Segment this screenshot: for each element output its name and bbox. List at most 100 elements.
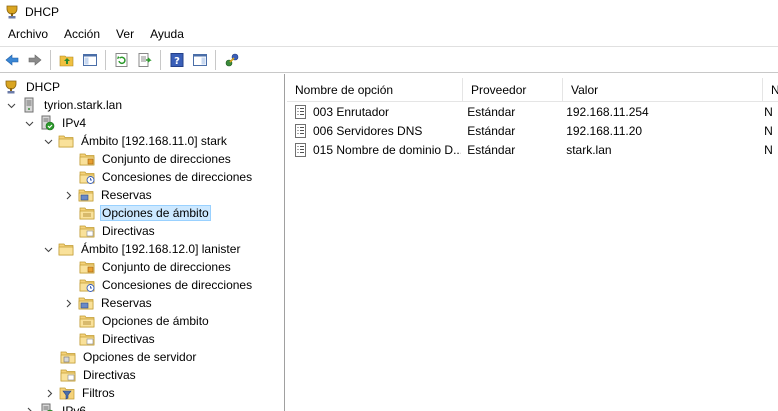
expand-chevron-right-icon[interactable] — [23, 405, 35, 411]
action-pane-icon[interactable] — [189, 49, 211, 71]
cell-option-name: 003 Enrutador — [287, 104, 461, 120]
export-list-icon[interactable] — [134, 49, 156, 71]
expand-chevron-right-icon[interactable] — [62, 297, 74, 309]
title-bar: DHCP — [0, 0, 778, 24]
forward-arrow-icon[interactable] — [24, 49, 46, 71]
address-leases-icon — [79, 169, 95, 185]
ipv6-icon — [39, 403, 55, 411]
address-pool-icon — [79, 151, 95, 167]
dhcp-app-icon — [4, 4, 20, 20]
show-hide-tree-icon[interactable] — [79, 49, 101, 71]
option-list-icon — [293, 123, 309, 139]
tree-item-label: Concesiones de direcciones — [102, 278, 253, 292]
cell-option-name: 015 Nombre de dominio D... — [287, 142, 461, 158]
tree-item-scope-stark[interactable]: Ámbito [192.168.11.0] stark — [42, 132, 229, 150]
expand-chevron-down-icon[interactable] — [23, 117, 35, 129]
toolbar-separator — [215, 49, 216, 70]
column-header-option-name[interactable]: Nombre de opción — [287, 78, 463, 102]
tree-item-server[interactable]: tyrion.stark.lan — [5, 96, 124, 114]
expand-chevron-down-icon[interactable] — [42, 135, 54, 147]
toolbar-separator — [105, 49, 106, 70]
tree-item-label: IPv6 — [62, 404, 87, 411]
tree-item-label: Opciones de ámbito — [102, 314, 209, 328]
tree-item-label: Reservas — [101, 296, 152, 310]
scope-folder-icon — [58, 133, 74, 149]
cell-option-name: 006 Servidores DNS — [287, 123, 461, 139]
cell-value: 192.168.11.254 — [566, 104, 649, 119]
reservations-icon — [78, 187, 94, 203]
ipv4-icon — [39, 115, 55, 131]
toolbar-separator — [160, 49, 161, 70]
tree-item-scope-options[interactable]: Opciones de ámbito — [79, 312, 211, 330]
menu-ver[interactable]: Ver — [108, 24, 142, 45]
cell-policy: N — [764, 104, 773, 119]
results-list: Nombre de opción Proveedor Valor N 003 E… — [287, 74, 778, 411]
address-leases-icon — [79, 277, 95, 293]
tree-item-dhcp[interactable]: DHCP — [3, 78, 62, 96]
option-list-icon — [293, 104, 309, 120]
tree-item-address-pool[interactable]: Conjunto de direcciones — [79, 258, 233, 276]
tree-item-label: DHCP — [26, 80, 61, 94]
tree-item-filters[interactable]: Filtros — [43, 384, 117, 402]
tree-item-reservations[interactable]: Reservas — [62, 294, 154, 312]
tree-item-server-options[interactable]: Opciones de servidor — [60, 348, 198, 366]
tree-item-label: Opciones de servidor — [83, 350, 197, 364]
list-header: Nombre de opción Proveedor Valor N — [287, 78, 778, 102]
cell-vendor: Estándar — [467, 104, 516, 119]
tree-item-policies[interactable]: Directivas — [79, 330, 157, 348]
expand-chevron-down-icon[interactable] — [42, 243, 54, 255]
window-title: DHCP — [25, 5, 60, 19]
properties-icon[interactable] — [221, 49, 243, 71]
list-row-option[interactable]: 006 Servidores DNS Estándar 192.168.11.2… — [287, 121, 778, 140]
policies-icon — [60, 367, 76, 383]
tree-item-policies[interactable]: Directivas — [79, 222, 157, 240]
menu-bar: Archivo Acción Ver Ayuda — [0, 24, 778, 45]
tree-item-scope-options[interactable]: Opciones de ámbito — [79, 204, 211, 222]
tree-item-scope-lanister[interactable]: Ámbito [192.168.12.0] lanister — [42, 240, 242, 258]
address-pool-icon — [79, 259, 95, 275]
list-row-option[interactable]: 003 Enrutador Estándar 192.168.11.254 N — [287, 102, 778, 121]
toolbar-separator — [50, 49, 51, 70]
list-row-option[interactable]: 015 Nombre de dominio D... Estándar star… — [287, 140, 778, 159]
tree-item-reservations[interactable]: Reservas — [62, 186, 154, 204]
tree-item-label: Directivas — [102, 332, 155, 346]
tree-item-address-leases[interactable]: Concesiones de direcciones — [79, 168, 254, 186]
expand-chevron-right-icon[interactable] — [62, 189, 74, 201]
toolbar: ? — [0, 46, 778, 73]
option-list-icon — [293, 142, 309, 158]
tree-item-label: Directivas — [102, 224, 155, 238]
tree-item-label: IPv4 — [62, 116, 87, 130]
menu-ayuda[interactable]: Ayuda — [142, 24, 192, 45]
menu-accion[interactable]: Acción — [56, 24, 108, 45]
cell-value: stark.lan — [566, 142, 612, 157]
up-folder-icon[interactable] — [56, 49, 78, 71]
reservations-icon — [78, 295, 94, 311]
tree-item-label: Ámbito [192.168.11.0] stark — [81, 134, 227, 148]
back-arrow-icon[interactable] — [1, 49, 23, 71]
column-header-policy[interactable]: N — [763, 78, 778, 102]
refresh-icon[interactable] — [111, 49, 133, 71]
cell-value: 192.168.11.20 — [566, 123, 643, 138]
tree-item-address-leases[interactable]: Concesiones de direcciones — [79, 276, 254, 294]
help-icon[interactable]: ? — [166, 49, 188, 71]
tree-item-label: Conjunto de direcciones — [102, 152, 231, 166]
tree-item-label: Opciones de ámbito — [100, 205, 211, 221]
policies-icon — [79, 223, 95, 239]
menu-archivo[interactable]: Archivo — [0, 24, 56, 45]
tree-item-address-pool[interactable]: Conjunto de direcciones — [79, 150, 233, 168]
option-name-text: 006 Servidores DNS — [313, 123, 423, 138]
console-tree: DHCP tyrion.stark.lan IPv4 Ámbito [192.1… — [0, 74, 285, 411]
expand-chevron-down-icon[interactable] — [5, 99, 17, 111]
scope-options-icon — [79, 313, 95, 329]
tree-item-ipv6[interactable]: IPv6 — [23, 402, 88, 411]
column-header-vendor[interactable]: Proveedor — [463, 78, 563, 102]
tree-item-label: tyrion.stark.lan — [44, 98, 123, 112]
policies-icon — [79, 331, 95, 347]
tree-item-label: Conjunto de direcciones — [102, 260, 231, 274]
tree-item-ipv4[interactable]: IPv4 — [23, 114, 88, 132]
tree-item-policies[interactable]: Directivas — [60, 366, 138, 384]
tree-item-label: Directivas — [83, 368, 136, 382]
expand-chevron-right-icon[interactable] — [43, 387, 55, 399]
column-header-value[interactable]: Valor — [563, 78, 763, 102]
option-name-text: 003 Enrutador — [313, 104, 390, 119]
